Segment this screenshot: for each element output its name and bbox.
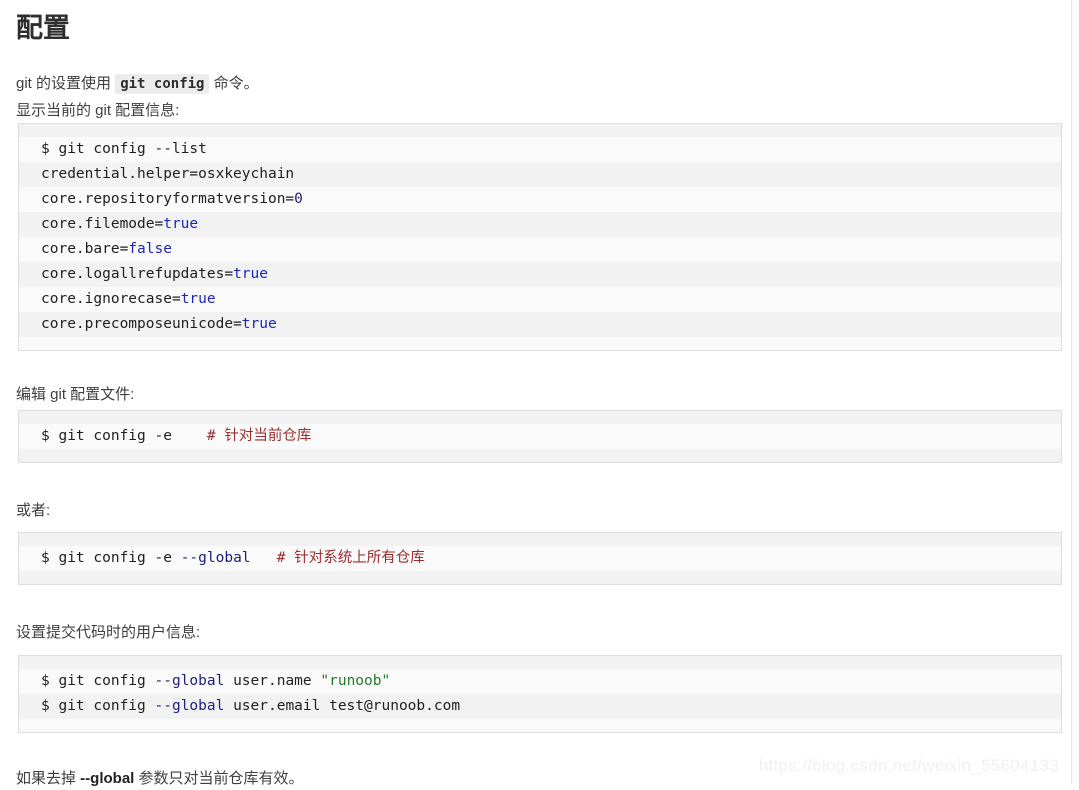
intro-text-after: 命令。 bbox=[209, 75, 259, 92]
code-token: false bbox=[128, 241, 172, 257]
code-line: $ git config --global user.name "runoob" bbox=[19, 669, 1061, 694]
paragraph-or: 或者: bbox=[16, 502, 51, 519]
intro-text-before: git 的设置使用 bbox=[16, 75, 116, 92]
code-block-top-padding bbox=[19, 411, 1061, 424]
document-page: 配置 git 的设置使用 git config 命令。 显示当前的 git 配置… bbox=[0, 0, 1071, 787]
code-token: "runoob" bbox=[320, 673, 391, 689]
paragraph-set-user: 设置提交代码时的用户信息: bbox=[16, 624, 201, 641]
paragraph-show-current: 显示当前的 git 配置信息: bbox=[16, 102, 180, 119]
code-line: core.filemode=true bbox=[19, 212, 1061, 237]
paragraph-intro: git 的设置使用 git config 命令。 bbox=[16, 73, 259, 95]
code-block-git-config-user: $ git config --global user.name "runoob"… bbox=[18, 655, 1062, 733]
code-token: $ git config bbox=[41, 698, 155, 714]
code-token: $ git config bbox=[41, 673, 155, 689]
code-token: --global bbox=[154, 698, 225, 714]
code-token: true bbox=[233, 266, 268, 282]
code-block-top-padding bbox=[19, 533, 1061, 546]
code-line: $ git config -e # 针对当前仓库 bbox=[19, 424, 1061, 449]
code-token: $ git config -e bbox=[41, 428, 207, 444]
code-token: core.logallrefupdates= bbox=[41, 266, 234, 282]
paragraph-edit-file: 编辑 git 配置文件: bbox=[16, 386, 135, 403]
code-token: credential.helper=osxkeychain bbox=[41, 166, 295, 182]
code-token: # 针对当前仓库 bbox=[206, 428, 312, 444]
footnote-text-after: 参数只对当前仓库有效。 bbox=[134, 770, 304, 787]
code-block-top-padding bbox=[19, 124, 1061, 137]
code-line: credential.helper=osxkeychain bbox=[19, 162, 1061, 187]
footnote-text-before: 如果去掉 bbox=[16, 770, 81, 787]
code-token: $ git config -e bbox=[41, 550, 181, 566]
code-token: --global bbox=[180, 550, 251, 566]
code-block-bottom-padding bbox=[19, 571, 1061, 584]
code-line: $ git config --global user.email test@ru… bbox=[19, 694, 1061, 719]
code-token: $ git config --list bbox=[41, 141, 207, 157]
footnote-bold-global: --global bbox=[80, 770, 135, 787]
page-title: 配置 bbox=[16, 13, 70, 43]
code-token: --global bbox=[154, 673, 225, 689]
code-token: core.ignorecase= bbox=[41, 291, 181, 307]
paragraph-footnote: 如果去掉 --global 参数只对当前仓库有效。 bbox=[16, 768, 304, 790]
code-line: core.ignorecase=true bbox=[19, 287, 1061, 312]
code-line: $ git config --list bbox=[19, 137, 1061, 162]
code-block-bottom-padding bbox=[19, 719, 1061, 732]
watermark: https://blog.csdn.net/weixin_55604133 bbox=[758, 756, 1059, 775]
code-token: core.precomposeunicode= bbox=[41, 316, 242, 332]
code-block-top-padding bbox=[19, 656, 1061, 669]
code-token: true bbox=[163, 216, 199, 232]
code-block-bottom-padding bbox=[19, 449, 1061, 462]
code-token: user.name bbox=[224, 673, 321, 689]
code-block-git-config-e: $ git config -e # 针对当前仓库 bbox=[18, 410, 1062, 463]
code-block-git-config-e-global: $ git config -e --global # 针对系统上所有仓库 bbox=[18, 532, 1062, 585]
code-block-git-config-list: $ git config --list credential.helper=osx… bbox=[18, 123, 1062, 351]
code-token: core.bare= bbox=[41, 241, 129, 257]
code-token: true bbox=[241, 316, 277, 332]
code-line: $ git config -e --global # 针对系统上所有仓库 bbox=[19, 546, 1061, 571]
code-token: true bbox=[180, 291, 216, 307]
code-token: core.filemode= bbox=[41, 216, 164, 232]
code-line: core.precomposeunicode=true bbox=[19, 312, 1061, 337]
code-token: # 针对系统上所有仓库 bbox=[276, 550, 425, 566]
code-token: user.email test@runoob.com bbox=[224, 698, 461, 714]
inline-code-git-config: git config bbox=[115, 74, 210, 94]
code-line: core.repositoryformatversion=0 bbox=[19, 187, 1061, 212]
code-block-bottom-padding bbox=[19, 337, 1061, 350]
code-token: core.repositoryformatversion= bbox=[41, 191, 295, 207]
code-line: core.logallrefupdates=true bbox=[19, 262, 1061, 287]
page-gutter bbox=[1072, 0, 1079, 784]
code-line: core.bare=false bbox=[19, 237, 1061, 262]
code-token: 0 bbox=[294, 191, 303, 207]
